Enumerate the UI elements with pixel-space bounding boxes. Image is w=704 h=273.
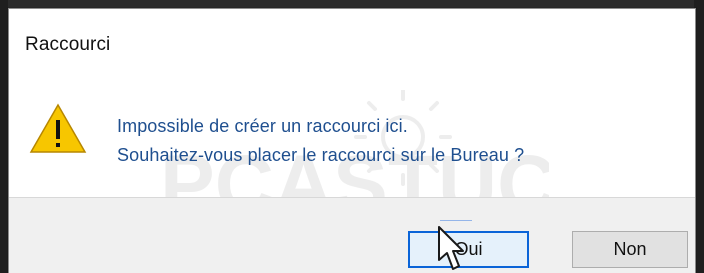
no-button[interactable]: Non	[572, 231, 688, 268]
dialog-button-area: Oui Non	[9, 197, 695, 273]
dialog-content: PCASTUCES Impossible de créer un raccour…	[9, 65, 695, 230]
yes-button[interactable]: Oui	[408, 231, 529, 268]
error-message-line-2: Souhaitez-vous placer le raccourci sur l…	[117, 145, 525, 165]
dialog-title: Raccourci	[25, 34, 111, 55]
dialog-titlebar: Raccourci	[9, 9, 695, 65]
error-message-line-1: Impossible de créer un raccourci ici.	[117, 116, 408, 136]
shortcut-dialog: Raccourci PCASTUCES Impossible de créer …	[8, 8, 696, 273]
warning-icon	[29, 103, 87, 153]
button-hover-highlight	[440, 220, 472, 221]
background-left-edge	[0, 0, 8, 273]
